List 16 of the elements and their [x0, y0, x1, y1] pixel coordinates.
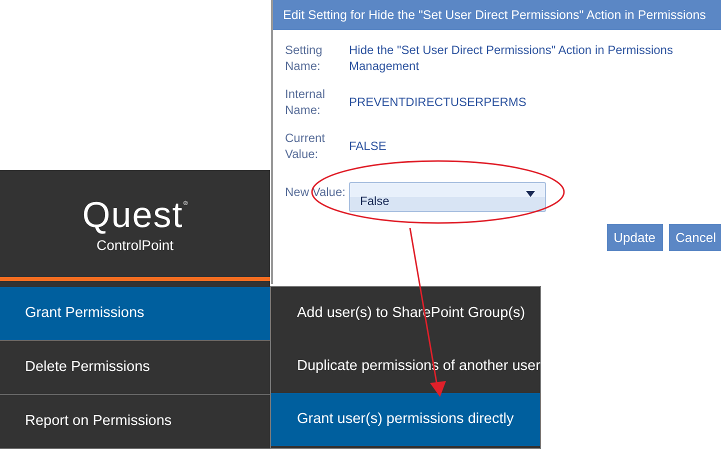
nav-item[interactable]: Grant Permissions: [0, 287, 270, 341]
field-label: Current Value:: [285, 130, 326, 162]
logo-wordmark: Quest: [82, 194, 184, 234]
dialog-title: Edit Setting for Hide the "Set User Direct Permissions" Action in Permissions: [273, 0, 721, 30]
field-label: Internal Name:: [285, 86, 326, 118]
field-label: Setting Name:: [285, 42, 324, 74]
field-label: New Value:: [285, 184, 346, 200]
field-value: FALSE: [349, 138, 388, 154]
caret-icon: [526, 191, 535, 197]
submenu-item[interactable]: Grant user(s) permissions directly: [271, 393, 540, 446]
value-dropdown[interactable]: False: [349, 182, 546, 212]
field-value: PREVENTDIRECTUSERPERMS: [349, 94, 528, 110]
cancel-button[interactable]: Cancel: [668, 224, 721, 251]
field-value: Hide the "Set User Direct Permissions" Action in Permissions Management: [349, 42, 674, 74]
product-name: ControlPoint: [96, 236, 174, 252]
update-button[interactable]: Update: [606, 224, 663, 251]
